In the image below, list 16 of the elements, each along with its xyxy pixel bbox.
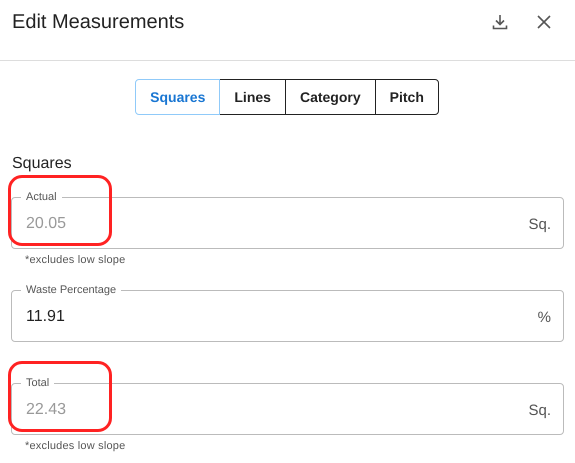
- unit-label: Sq.: [528, 402, 551, 418]
- tab[interactable]: Category: [284, 79, 376, 115]
- tab[interactable]: Squares: [135, 79, 220, 115]
- tab[interactable]: Pitch: [374, 79, 439, 115]
- helper-text: *excludes low slope: [25, 439, 126, 453]
- unit-label: Sq.: [528, 216, 551, 232]
- input-field[interactable]: Waste Percentage 11.91 %: [11, 283, 564, 342]
- field-value: 11.91: [26, 308, 66, 326]
- helper-text: *excludes low slope: [25, 253, 126, 267]
- tab[interactable]: Lines: [219, 79, 286, 115]
- field-value: 20.05: [26, 215, 68, 233]
- field-value: 22.43: [26, 401, 68, 419]
- section-title: Squares: [12, 155, 73, 173]
- download-icon[interactable]: [490, 12, 510, 32]
- unit-label: %: [538, 308, 551, 326]
- dialog-title: Edit Measurements: [12, 10, 186, 34]
